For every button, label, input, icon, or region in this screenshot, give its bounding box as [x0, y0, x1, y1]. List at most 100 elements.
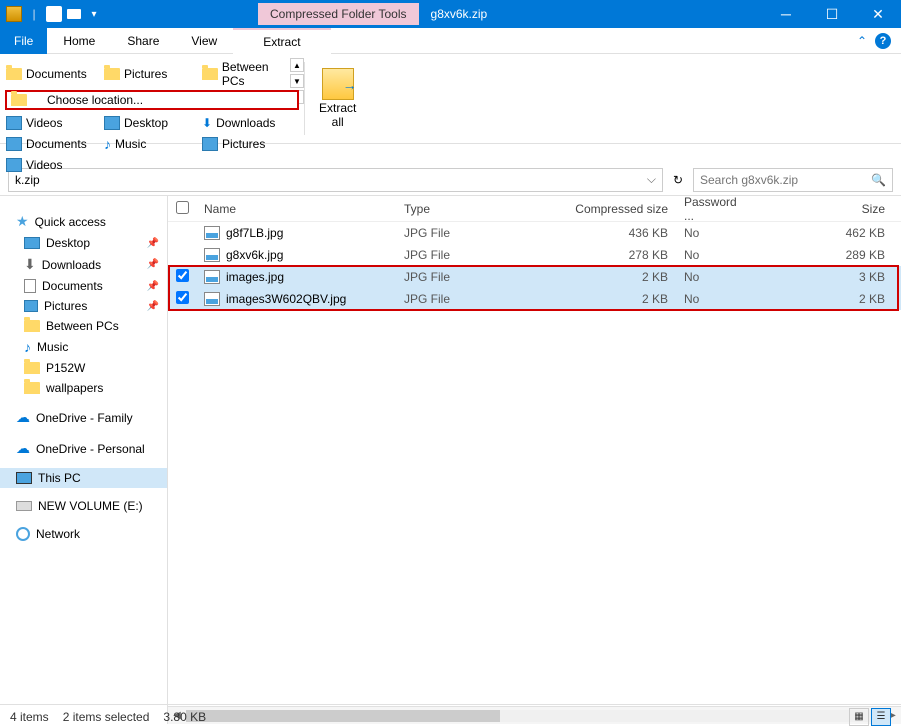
- sidebar-onedrive-personal[interactable]: ☁ OneDrive - Personal: [0, 437, 167, 460]
- destination-documents[interactable]: Documents: [4, 58, 100, 90]
- refresh-button[interactable]: ↻: [667, 169, 689, 191]
- collapse-ribbon-icon[interactable]: ⌃: [857, 34, 867, 48]
- video-icon: [6, 158, 22, 172]
- image-file-icon: [204, 292, 220, 306]
- share-tab[interactable]: Share: [111, 28, 175, 54]
- column-password[interactable]: Password ...: [676, 196, 756, 223]
- image-file-icon: [204, 226, 220, 240]
- destination-videos[interactable]: Videos: [4, 114, 100, 132]
- folder-icon: [24, 382, 40, 394]
- file-list-pane: Name Type Compressed size Password ... S…: [168, 196, 901, 724]
- file-name: g8xv6k.jpg: [226, 248, 283, 262]
- sidebar-item-label: Pictures: [44, 299, 87, 313]
- quick-access-toolbar: | ✓ ▾: [0, 6, 108, 22]
- context-tab-label: Compressed Folder Tools: [258, 3, 419, 25]
- minimize-button[interactable]: ─: [763, 0, 809, 28]
- destination-label: Music: [115, 137, 146, 151]
- select-all-checkbox[interactable]: [176, 201, 189, 214]
- gallery-scroll-up-icon[interactable]: ▲: [290, 58, 304, 72]
- file-type: JPG File: [396, 292, 546, 306]
- folder-icon: [104, 68, 120, 80]
- gallery-scroll-down-icon[interactable]: ▼: [290, 74, 304, 88]
- status-bar: 4 items 2 items selected 3.80 KB ▦ ☰: [0, 704, 901, 728]
- pc-icon: [16, 472, 32, 484]
- column-type[interactable]: Type: [396, 202, 546, 216]
- onedrive-personal-label: OneDrive - Personal: [36, 442, 145, 456]
- destination-between-pcs[interactable]: Between PCs: [200, 58, 296, 90]
- file-checkbox[interactable]: [176, 291, 189, 304]
- sidebar-item-between-pcs[interactable]: Between PCs: [0, 316, 167, 336]
- file-name: g8f7LB.jpg: [226, 226, 283, 240]
- view-large-icons-button[interactable]: ▦: [849, 708, 869, 726]
- choose-location-button[interactable]: Choose location...: [5, 90, 299, 110]
- sidebar-new-volume[interactable]: NEW VOLUME (E:): [0, 496, 167, 516]
- file-row[interactable]: g8xv6k.jpgJPG File278 KBNo289 KB: [168, 244, 901, 266]
- extract-all-label: Extract all: [319, 102, 356, 128]
- sidebar-this-pc[interactable]: This PC: [0, 468, 167, 488]
- sidebar-item-label: Documents: [42, 279, 103, 293]
- download-icon: ⬇: [24, 256, 36, 273]
- qat-new-folder-icon[interactable]: [66, 6, 82, 22]
- file-name: images3W602QBV.jpg: [226, 292, 346, 306]
- help-icon[interactable]: ?: [875, 33, 891, 49]
- sidebar-item-pictures[interactable]: Pictures 📌: [0, 296, 167, 316]
- file-row[interactable]: images.jpgJPG File2 KBNo3 KB: [168, 266, 901, 288]
- column-compressed-size[interactable]: Compressed size: [546, 202, 676, 216]
- sidebar-quick-access[interactable]: ★ Quick access: [0, 210, 167, 233]
- column-name[interactable]: Name: [196, 202, 396, 216]
- view-tab[interactable]: View: [175, 28, 233, 54]
- destination-pictures[interactable]: Pictures: [102, 58, 198, 90]
- extract-all-button[interactable]: Extract all: [309, 54, 366, 143]
- sidebar-item-desktop[interactable]: Desktop📌: [0, 233, 167, 253]
- file-row[interactable]: g8f7LB.jpgJPG File436 KBNo462 KB: [168, 222, 901, 244]
- destination-documents[interactable]: Documents: [4, 134, 100, 154]
- onedrive-family-label: OneDrive - Family: [36, 411, 133, 425]
- sidebar-network[interactable]: Network: [0, 524, 167, 544]
- destination-pictures[interactable]: Pictures: [200, 134, 296, 154]
- music-icon: ♪: [104, 136, 111, 152]
- file-menu[interactable]: File: [0, 28, 47, 54]
- destination-desktop[interactable]: Desktop: [102, 114, 198, 132]
- address-bar[interactable]: k.zip ⌵: [8, 168, 663, 192]
- qat-properties-icon[interactable]: ✓: [46, 6, 62, 22]
- pin-icon: 📌: [147, 301, 159, 312]
- close-button[interactable]: ✕: [855, 0, 901, 28]
- destination-label: Between PCs: [222, 60, 294, 88]
- sidebar-item-p152w[interactable]: P152W: [0, 358, 167, 378]
- file-compressed-size: 436 KB: [546, 226, 676, 240]
- sidebar-item-documents[interactable]: Documents📌: [0, 276, 167, 296]
- file-size: 462 KB: [756, 226, 901, 240]
- destination-label: Documents: [26, 137, 87, 151]
- view-details-button[interactable]: ☰: [871, 708, 891, 726]
- home-tab[interactable]: Home: [47, 28, 111, 54]
- qat-dropdown-icon[interactable]: ▾: [86, 6, 102, 22]
- search-box[interactable]: 🔍: [693, 168, 893, 192]
- desktop-icon: [104, 116, 120, 130]
- status-selected-count: 2 items selected: [63, 710, 150, 724]
- folder-icon: [24, 362, 40, 374]
- address-dropdown-icon[interactable]: ⌵: [647, 172, 656, 187]
- folder-icon: [6, 68, 22, 80]
- sidebar-onedrive-family[interactable]: ☁ OneDrive - Family: [0, 406, 167, 429]
- search-input[interactable]: [700, 173, 886, 187]
- extract-tab[interactable]: Extract: [233, 28, 330, 54]
- destination-music[interactable]: ♪ Music: [102, 134, 198, 154]
- title-bar: | ✓ ▾ Compressed Folder Tools g8xv6k.zip…: [0, 0, 901, 28]
- destination-label: Pictures: [124, 67, 167, 81]
- status-item-count: 4 items: [10, 710, 49, 724]
- destination-label: Documents: [26, 67, 87, 81]
- file-row[interactable]: images3W602QBV.jpgJPG File2 KBNo2 KB: [168, 288, 901, 310]
- quick-access-label: Quick access: [35, 215, 106, 229]
- column-size[interactable]: Size: [756, 202, 901, 216]
- new-volume-label: NEW VOLUME (E:): [38, 499, 143, 513]
- destination-downloads[interactable]: ⬇Downloads: [200, 114, 296, 132]
- sidebar-item-label: Between PCs: [46, 319, 119, 333]
- maximize-button[interactable]: ☐: [809, 0, 855, 28]
- sidebar-item-music[interactable]: ♪Music: [0, 336, 167, 358]
- file-type: JPG File: [396, 226, 546, 240]
- destination-videos[interactable]: Videos: [4, 156, 100, 174]
- file-checkbox[interactable]: [176, 269, 189, 282]
- file-password: No: [676, 292, 756, 306]
- sidebar-item-downloads[interactable]: ⬇Downloads📌: [0, 253, 167, 276]
- sidebar-item-wallpapers[interactable]: wallpapers: [0, 378, 167, 398]
